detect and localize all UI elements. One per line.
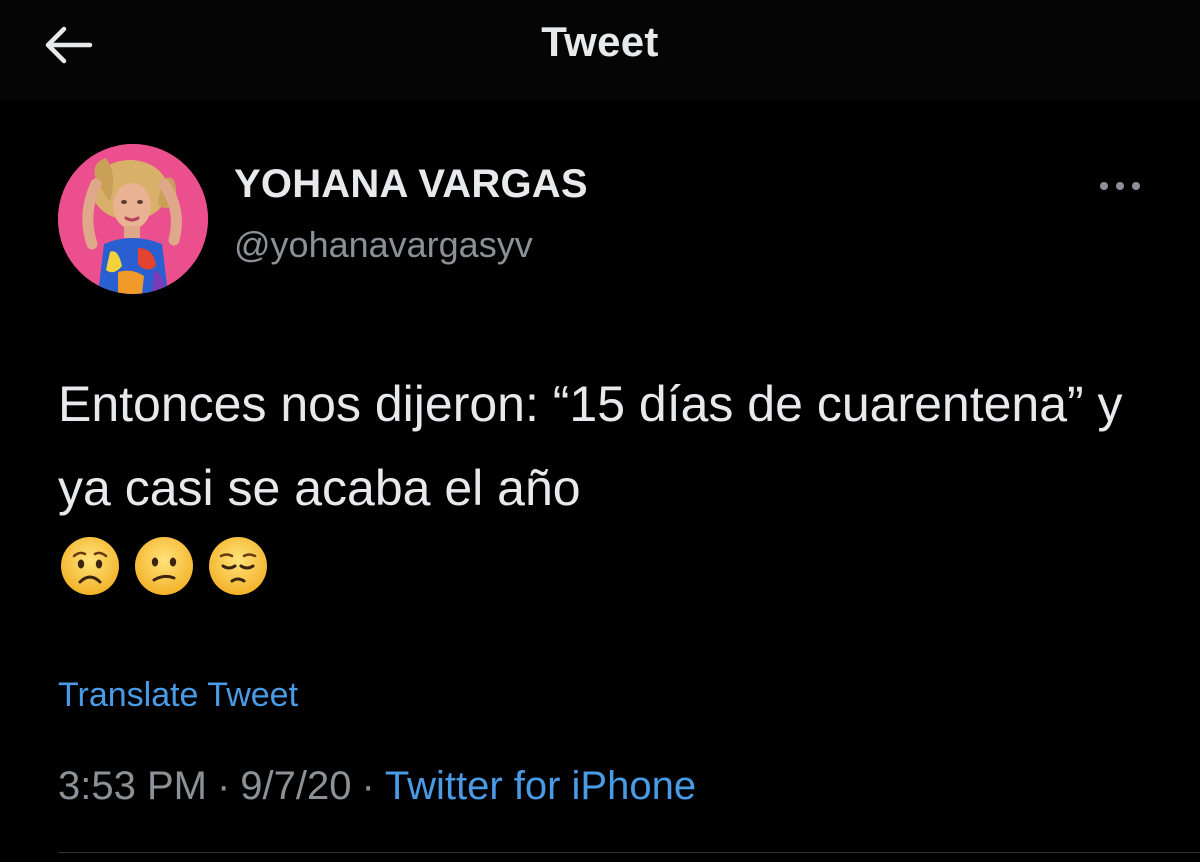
top-bar: Tweet — [0, 0, 1200, 100]
avatar-image — [58, 144, 208, 294]
worried-face-emoji — [61, 537, 119, 595]
author-handle[interactable]: @yohanavargasyv — [234, 224, 533, 266]
tweet-date: 9/7/20 — [240, 764, 352, 808]
tweet-text: Entonces nos dijeron: “15 días de cuaren… — [58, 376, 1123, 516]
confused-face-emoji — [135, 537, 193, 595]
meta-separator: · — [361, 764, 375, 808]
translate-tweet-link[interactable]: Translate Tweet — [58, 676, 298, 715]
page-title: Tweet — [541, 18, 659, 65]
more-horizontal-icon — [1100, 182, 1140, 190]
pensive-face-emoji — [209, 537, 267, 595]
author-display-name[interactable]: YOHANA VARGAS — [234, 162, 588, 207]
tweet-source-link[interactable]: Twitter for iPhone — [385, 764, 696, 808]
tweet-metadata: 3:53 PM · 9/7/20 · Twitter for iPhone — [58, 764, 696, 809]
meta-separator: · — [216, 764, 231, 808]
tweet-emojis — [60, 536, 268, 596]
more-options-button[interactable] — [1090, 168, 1150, 204]
tweet-time: 3:53 PM — [58, 764, 207, 808]
avatar[interactable] — [58, 144, 208, 294]
divider — [58, 852, 1200, 853]
